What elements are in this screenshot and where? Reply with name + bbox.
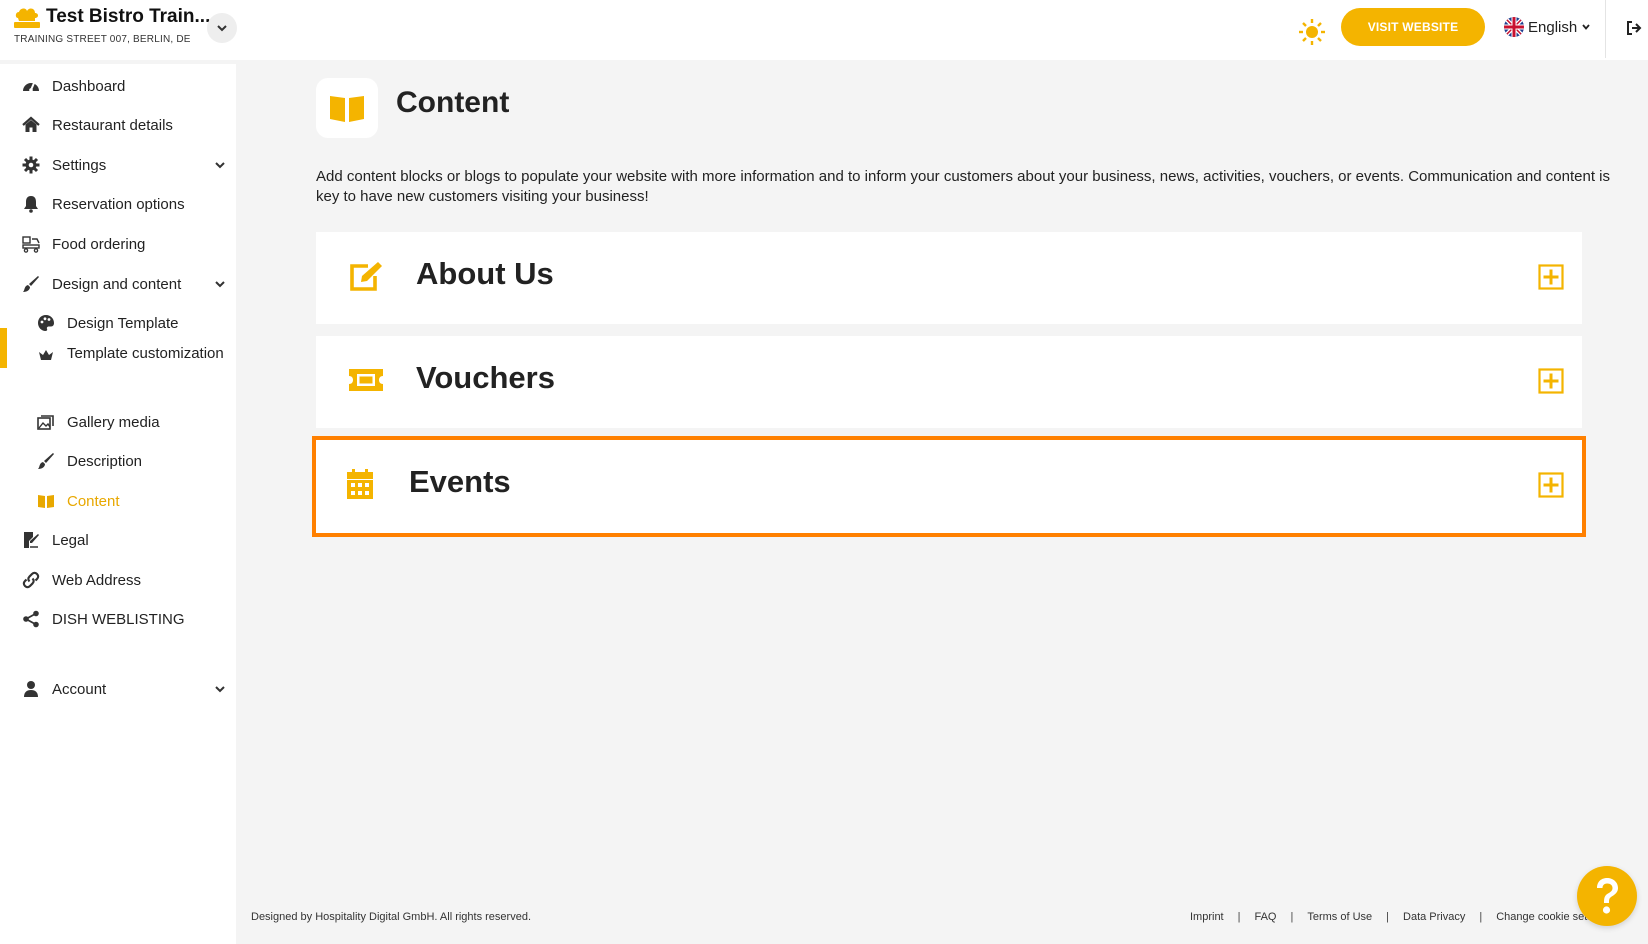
sidebar-item-label: Restaurant details bbox=[52, 116, 173, 134]
sidebar-item-label: Description bbox=[67, 452, 143, 470]
footer-link-imprint[interactable]: Imprint bbox=[1190, 911, 1224, 923]
header-divider bbox=[1605, 0, 1606, 58]
sidebar-item-content[interactable]: Content bbox=[0, 483, 236, 519]
speedometer-icon bbox=[22, 77, 40, 95]
language-label: English bbox=[1528, 18, 1578, 36]
moon-icon bbox=[1282, 18, 1300, 42]
sidebar-item-label: Design Template bbox=[67, 314, 179, 332]
gear-icon bbox=[22, 156, 40, 174]
sidebar-item-web-address[interactable]: Web Address bbox=[0, 562, 236, 598]
card-title: Vouchers bbox=[416, 360, 555, 395]
sidebar-item-account[interactable]: Account bbox=[0, 671, 236, 707]
visit-website-button[interactable]: VISIT WEBSITE bbox=[1341, 8, 1485, 46]
language-selector[interactable]: English bbox=[1504, 16, 1591, 38]
card-title: Events bbox=[409, 464, 511, 499]
sidebar-item-legal[interactable]: Legal bbox=[0, 522, 236, 558]
sidebar-item-reservation-options[interactable]: Reservation options bbox=[0, 186, 236, 222]
uk-flag-icon bbox=[1504, 17, 1524, 37]
sidebar-item-template-customization[interactable]: Template customization bbox=[0, 342, 236, 386]
chevron-down-icon bbox=[215, 162, 225, 169]
bell-icon bbox=[22, 195, 40, 213]
chevron-down-icon bbox=[217, 25, 227, 32]
content-card-vouchers[interactable]: Vouchers bbox=[316, 336, 1582, 428]
sidebar-item-label: Gallery media bbox=[67, 413, 160, 431]
footer-link-faq[interactable]: FAQ bbox=[1254, 911, 1276, 923]
logout-button[interactable] bbox=[1620, 14, 1648, 42]
footer-separator: | bbox=[1290, 911, 1294, 923]
footer-separator: | bbox=[1237, 911, 1241, 923]
sidebar-item-dashboard[interactable]: Dashboard bbox=[0, 68, 236, 104]
sidebar-item-label: DISH WEBLISTING bbox=[52, 610, 185, 628]
restaurant-name: Test Bistro Train... bbox=[46, 6, 211, 27]
user-icon bbox=[22, 680, 40, 698]
open-book-icon bbox=[330, 96, 364, 122]
help-button[interactable] bbox=[1577, 866, 1637, 926]
sidebar-item-label: Settings bbox=[52, 156, 107, 174]
images-icon bbox=[37, 413, 55, 431]
restaurant-address: TRAINING STREET 007, BERLIN, DE bbox=[14, 34, 191, 45]
sidebar-item-description[interactable]: Description bbox=[0, 443, 236, 479]
sidebar-item-label: Legal bbox=[52, 531, 89, 549]
chevron-down-icon bbox=[1582, 24, 1590, 30]
open-book-icon bbox=[37, 492, 55, 510]
sidebar-item-food-ordering[interactable]: Food ordering bbox=[0, 226, 236, 262]
chef-hat-logo-icon bbox=[14, 8, 40, 28]
question-mark-icon bbox=[1597, 878, 1618, 914]
sidebar-item-settings[interactable]: Settings bbox=[0, 147, 236, 183]
chevron-down-icon bbox=[215, 686, 225, 693]
footer-separator: | bbox=[1386, 911, 1390, 923]
logout-icon bbox=[1627, 21, 1642, 35]
brush-icon bbox=[37, 452, 55, 470]
content-card-about-us[interactable]: About Us bbox=[316, 232, 1582, 324]
sidebar-item-label: Design and content bbox=[52, 275, 182, 293]
expand-plus-icon[interactable] bbox=[1538, 368, 1564, 394]
signature-icon bbox=[22, 531, 40, 549]
page-icon-tile bbox=[316, 78, 378, 138]
sidebar-item-gallery-media[interactable]: Gallery media bbox=[0, 404, 236, 440]
page-description: Add content blocks or blogs to populate … bbox=[316, 168, 1610, 205]
footer-copyright: Designed by Hospitality Digital GmbH. Al… bbox=[251, 911, 532, 923]
footer-links: Imprint | FAQ | Terms of Use | Data Priv… bbox=[1190, 911, 1611, 923]
sidebar-item-dish-weblisting[interactable]: DISH WEBLISTING bbox=[0, 601, 236, 637]
sidebar-item-label: Content bbox=[67, 492, 120, 510]
home-icon bbox=[22, 116, 40, 134]
chevron-down-icon bbox=[215, 281, 225, 288]
footer-link-terms[interactable]: Terms of Use bbox=[1307, 911, 1372, 923]
footer-link-privacy[interactable]: Data Privacy bbox=[1403, 911, 1465, 923]
ticket-icon bbox=[348, 362, 384, 398]
crown-icon bbox=[37, 346, 55, 364]
footer-separator: | bbox=[1479, 911, 1483, 923]
expand-plus-icon[interactable] bbox=[1538, 264, 1564, 290]
sidebar-item-label: Reservation options bbox=[52, 195, 185, 213]
sidebar-item-label: Dashboard bbox=[52, 77, 126, 95]
sidebar-item-label: Web Address bbox=[52, 571, 141, 589]
sidebar-item-label: Template customization bbox=[67, 345, 224, 362]
theme-toggle[interactable] bbox=[1272, 14, 1334, 50]
edit-icon bbox=[348, 258, 384, 294]
sidebar-item-design-template[interactable]: Design Template bbox=[0, 305, 236, 341]
link-icon bbox=[22, 571, 40, 589]
card-title: About Us bbox=[416, 256, 554, 291]
restaurant-switcher-button[interactable] bbox=[207, 13, 237, 43]
sidebar-item-restaurant-details[interactable]: Restaurant details bbox=[0, 107, 236, 143]
sidebar: Dashboard Restaurant details Settings Re… bbox=[0, 64, 236, 944]
brush-icon bbox=[22, 275, 40, 293]
food-delivery-icon bbox=[22, 235, 40, 253]
calendar-icon bbox=[342, 466, 378, 502]
content-card-events[interactable]: Events bbox=[316, 440, 1582, 533]
sidebar-item-design-and-content[interactable]: Design and content bbox=[0, 266, 236, 302]
page-title: Content bbox=[396, 86, 510, 119]
top-header: Test Bistro Train... TRAINING STREET 007… bbox=[0, 0, 1648, 60]
expand-plus-icon[interactable] bbox=[1538, 472, 1564, 498]
sidebar-item-label: Account bbox=[52, 680, 107, 698]
palette-icon bbox=[37, 314, 55, 332]
share-icon bbox=[22, 610, 40, 628]
sun-icon bbox=[1299, 19, 1325, 45]
sidebar-item-label: Food ordering bbox=[52, 235, 146, 253]
